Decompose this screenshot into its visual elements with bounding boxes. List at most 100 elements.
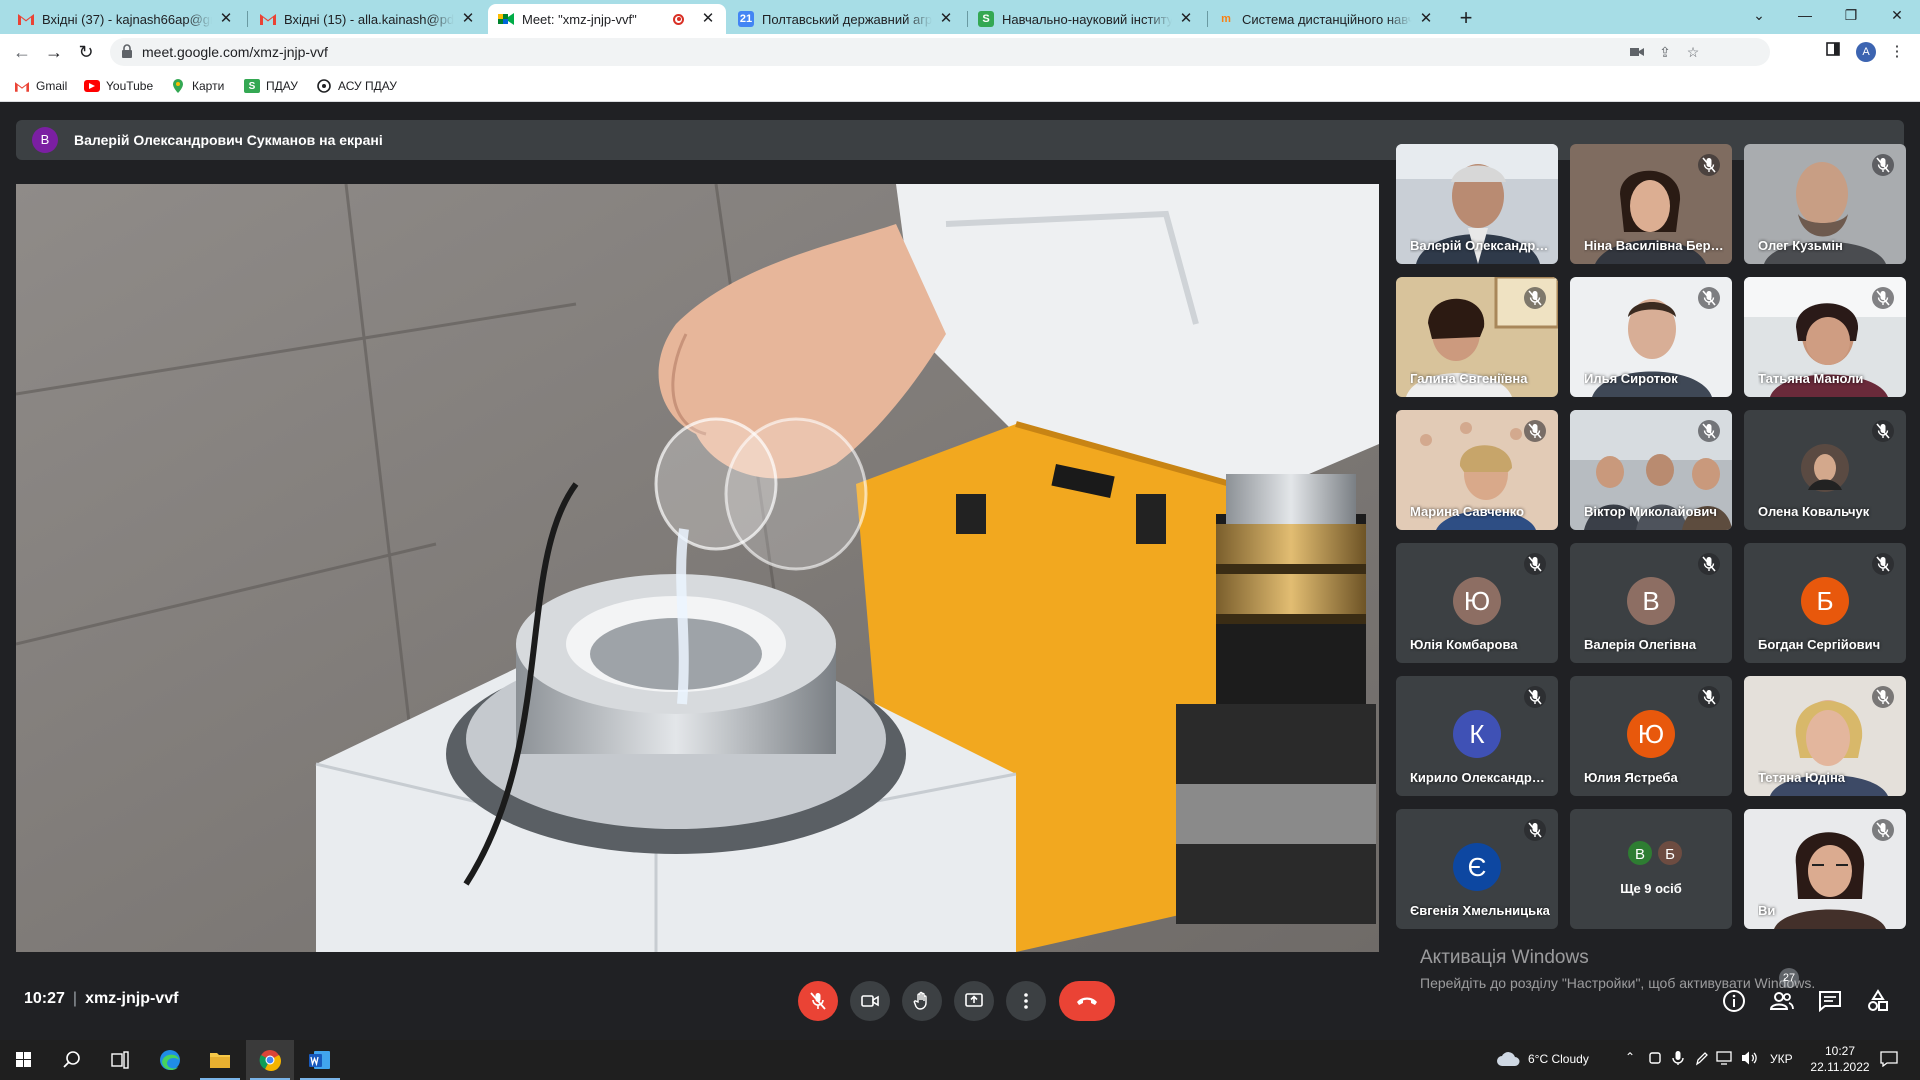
people-icon bbox=[1769, 992, 1794, 1010]
participant-tile[interactable]: К Кирило Олександрович bbox=[1396, 676, 1558, 796]
chat-button[interactable] bbox=[1817, 988, 1843, 1014]
windows-start-icon[interactable] bbox=[0, 1040, 48, 1080]
camera-in-use-icon[interactable] bbox=[1628, 43, 1646, 61]
participant-tile[interactable]: Ю Юлія Комбарова bbox=[1396, 543, 1558, 663]
mic-off-icon bbox=[1524, 553, 1546, 575]
bookmark-pdau[interactable]: S ПДАУ bbox=[244, 77, 298, 95]
close-tab-icon[interactable]: ✕ bbox=[218, 11, 234, 27]
task-view-icon[interactable] bbox=[96, 1040, 144, 1080]
more-participants-tile[interactable]: В Б Ще 9 осіб bbox=[1570, 809, 1732, 929]
mic-off-icon bbox=[1524, 686, 1546, 708]
moodle-icon: m bbox=[1221, 13, 1231, 25]
meeting-info-button[interactable] bbox=[1721, 988, 1747, 1014]
lab-equipment-video-frame bbox=[16, 184, 1379, 952]
network-icon[interactable] bbox=[1716, 1051, 1734, 1068]
participant-tile[interactable]: Б Богдан Сергійович bbox=[1744, 543, 1906, 663]
camera-toggle-button[interactable] bbox=[850, 981, 890, 1021]
mic-toggle-button[interactable] bbox=[798, 981, 838, 1021]
participant-name: Олена Ковальчук bbox=[1758, 504, 1870, 519]
new-tab-button[interactable]: + bbox=[1452, 4, 1480, 32]
participant-tile[interactable]: Тетяна Юдіна bbox=[1744, 676, 1906, 796]
volume-icon[interactable] bbox=[1740, 1050, 1758, 1069]
self-view-tile[interactable]: Ви bbox=[1744, 809, 1906, 929]
close-window-button[interactable]: ✕ bbox=[1874, 0, 1920, 30]
profile-avatar[interactable]: A bbox=[1856, 42, 1876, 62]
participant-tile[interactable]: Ніна Василівна Березовська bbox=[1570, 144, 1732, 264]
word-icon[interactable] bbox=[296, 1040, 344, 1080]
participant-tile[interactable]: В Валерія Олегівна bbox=[1570, 543, 1732, 663]
bookmark-maps[interactable]: Карти bbox=[170, 77, 224, 95]
forward-arrow-icon[interactable]: → bbox=[42, 40, 66, 64]
file-explorer-icon[interactable] bbox=[196, 1040, 244, 1080]
back-arrow-icon[interactable]: ← bbox=[10, 40, 34, 64]
present-now-button[interactable] bbox=[954, 981, 994, 1021]
browser-tab-institute[interactable]: S Навчально-науковий інститут агротехнол… bbox=[968, 4, 1204, 34]
participant-tile[interactable]: Ю Юлия Ястреба bbox=[1570, 676, 1732, 796]
browser-tab-strip: Вхідні (37) - kajnash66ap@gmail.com ✕ Вх… bbox=[0, 0, 1920, 34]
side-panel-icon[interactable] bbox=[1822, 41, 1844, 63]
restore-button[interactable]: ❐ bbox=[1828, 0, 1874, 30]
close-tab-icon[interactable]: ✕ bbox=[460, 11, 476, 27]
more-options-button[interactable] bbox=[1006, 981, 1046, 1021]
weather-icon[interactable] bbox=[1496, 1050, 1522, 1071]
close-tab-icon[interactable]: ✕ bbox=[1178, 11, 1194, 27]
weather-text[interactable]: 6°C Cloudy bbox=[1528, 1052, 1589, 1066]
address-bar[interactable]: meet.google.com/xmz-jnjp-vvf ⇪ ☆ bbox=[110, 38, 1770, 66]
chrome-menu-icon[interactable]: ⋮ bbox=[1886, 41, 1908, 63]
mic-off-icon bbox=[1698, 686, 1720, 708]
participant-name: Ви bbox=[1758, 903, 1776, 918]
camera-icon bbox=[861, 995, 879, 1007]
search-icon[interactable] bbox=[48, 1040, 96, 1080]
browser-toolbar: ← → ↻ meet.google.com/xmz-jnjp-vvf ⇪ ☆ A… bbox=[0, 34, 1920, 70]
input-language[interactable]: УКР bbox=[1770, 1052, 1793, 1066]
participant-name: Євгенія Хмельницька bbox=[1410, 903, 1550, 918]
reload-icon[interactable]: ↻ bbox=[74, 40, 98, 64]
minimize-button[interactable]: — bbox=[1782, 0, 1828, 30]
browser-tab-gmail-2[interactable]: Вхідні (15) - alla.kainash@pdaa.edu.ua ✕ bbox=[250, 4, 486, 34]
raise-hand-button[interactable] bbox=[902, 981, 942, 1021]
mic-off-icon bbox=[1872, 686, 1894, 708]
meet-tray-icon[interactable] bbox=[1648, 1050, 1662, 1069]
participant-tile[interactable]: Олена Ковальчук bbox=[1744, 410, 1906, 530]
shared-screen-video[interactable] bbox=[16, 184, 1379, 952]
participant-tile[interactable]: Марина Савченко bbox=[1396, 410, 1558, 530]
close-tab-icon[interactable]: ✕ bbox=[1418, 11, 1434, 27]
participant-avatar: В bbox=[1627, 577, 1675, 625]
participant-tile[interactable]: Є Євгенія Хмельницька bbox=[1396, 809, 1558, 929]
browser-tab-university[interactable]: 21 Полтавський державний аграрний універ… bbox=[728, 4, 964, 34]
activities-button[interactable] bbox=[1865, 988, 1891, 1014]
notifications-icon[interactable] bbox=[1880, 1051, 1898, 1070]
taskbar-date: 22.11.2022 bbox=[1810, 1060, 1870, 1074]
participant-tile[interactable]: Илья Сиротюк bbox=[1570, 277, 1732, 397]
leave-call-button[interactable] bbox=[1059, 981, 1115, 1021]
participant-tile[interactable]: Віктор Миколайович bbox=[1570, 410, 1732, 530]
show-hidden-icons-chevron-icon[interactable]: ⌃ bbox=[1625, 1050, 1635, 1064]
participant-name: Марина Савченко bbox=[1410, 504, 1525, 519]
bookmark-youtube[interactable]: YouTube bbox=[84, 77, 153, 95]
chrome-icon[interactable] bbox=[246, 1040, 294, 1080]
edge-icon[interactable] bbox=[146, 1040, 194, 1080]
mic-off-icon bbox=[810, 992, 826, 1010]
bookmark-gmail[interactable]: Gmail bbox=[14, 77, 67, 95]
participant-name: Юлія Комбарова bbox=[1410, 637, 1518, 652]
browser-tab-moodle[interactable]: m Система дистанційного навчання ✕ bbox=[1208, 4, 1444, 34]
microphone-tray-icon[interactable] bbox=[1672, 1050, 1684, 1069]
close-tab-icon[interactable]: ✕ bbox=[938, 11, 954, 27]
bookmark-asu-pdau[interactable]: АСУ ПДАУ bbox=[316, 77, 397, 95]
pen-tray-icon[interactable] bbox=[1694, 1050, 1708, 1069]
calendar-icon: 21 bbox=[738, 11, 754, 27]
browser-tab-gmail-1[interactable]: Вхідні (37) - kajnash66ap@gmail.com ✕ bbox=[8, 4, 244, 34]
participant-tile[interactable]: Олег Кузьмін bbox=[1744, 144, 1906, 264]
bookmarks-bar: Gmail YouTube Карти S ПДАУ АСУ ПДАУ bbox=[0, 70, 1920, 102]
mic-off-icon bbox=[1524, 287, 1546, 309]
bookmark-star-icon[interactable]: ☆ bbox=[1684, 43, 1702, 61]
browser-tab-meet[interactable]: Meet: "xmz-jnjp-vvf" ✕ bbox=[488, 4, 726, 34]
participant-tile[interactable]: Татьяна Маноли bbox=[1744, 277, 1906, 397]
taskbar-clock[interactable]: 10:27 22.11.2022 bbox=[1808, 1044, 1872, 1074]
close-tab-icon[interactable]: ✕ bbox=[700, 11, 716, 27]
participant-tile[interactable]: Валерій Олександрович Сукманов bbox=[1396, 144, 1558, 264]
people-button[interactable] bbox=[1769, 988, 1795, 1014]
participant-tile[interactable]: Галина Євгеніївна bbox=[1396, 277, 1558, 397]
tab-search-chevron-icon[interactable]: ⌄ bbox=[1736, 0, 1782, 30]
share-icon[interactable]: ⇪ bbox=[1656, 43, 1674, 61]
